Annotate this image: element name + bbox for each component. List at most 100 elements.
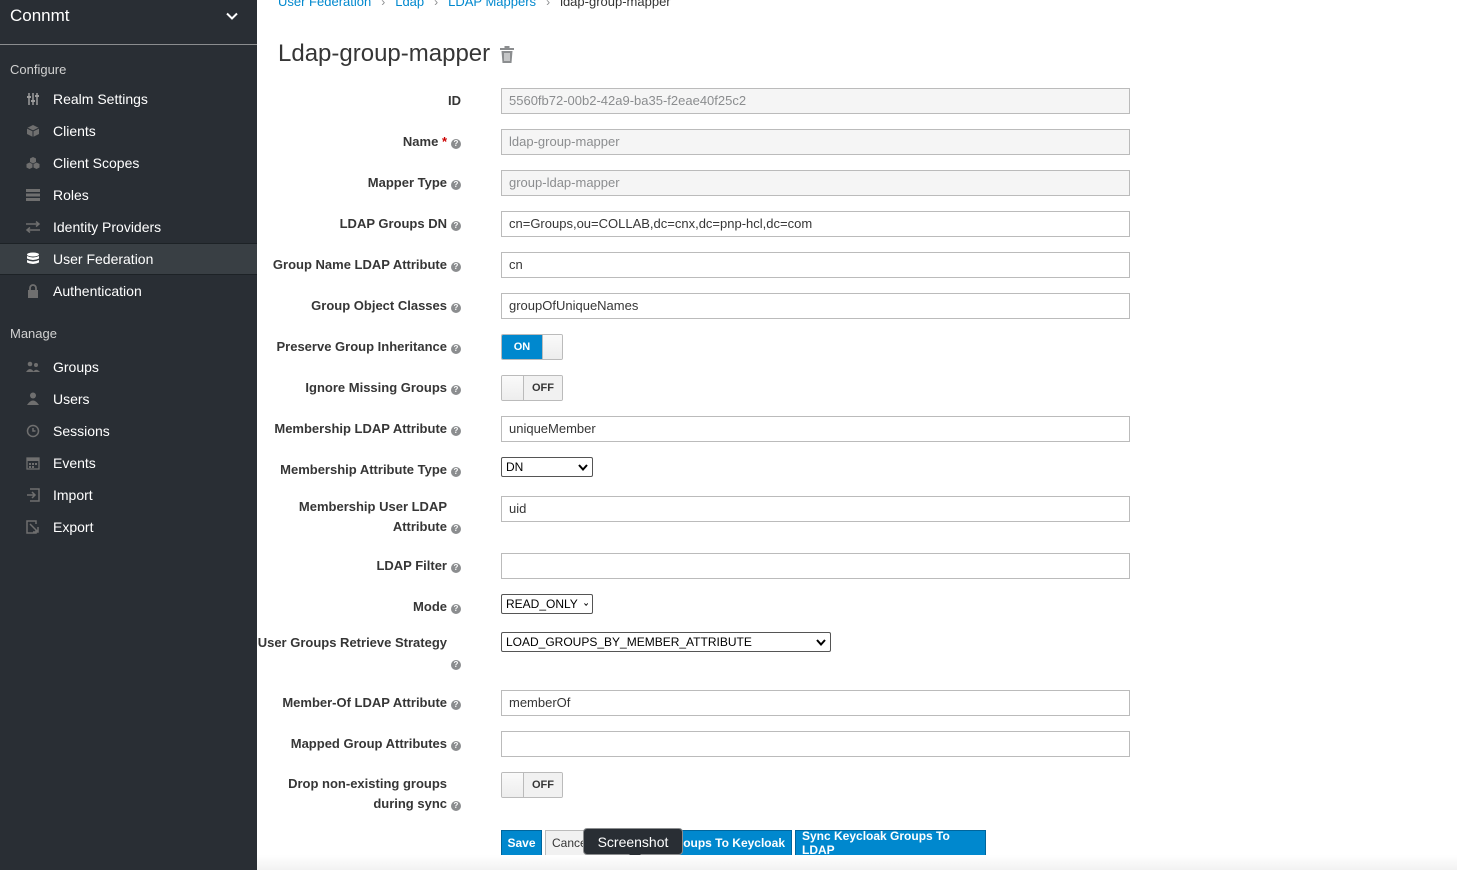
breadcrumb-ldap[interactable]: Ldap [395, 0, 424, 9]
chevron-right-icon: › [546, 0, 551, 9]
sliders-icon [25, 91, 41, 107]
preserve-inheritance-toggle[interactable]: ON [501, 334, 563, 360]
retrieve-strategy-label: User Groups Retrieve Strategy? [221, 633, 461, 673]
help-icon[interactable]: ? [451, 700, 461, 710]
mapped-group-attrs-label: Mapped Group Attributes? [261, 734, 461, 754]
sidebar-item-identity-providers[interactable]: Identity Providers [0, 211, 257, 243]
id-label: ID [448, 93, 461, 108]
sync-ldap-groups-to-keycloak-button[interactable]: oups To Keycloak [674, 830, 792, 856]
sidebar-item-roles[interactable]: Roles [0, 179, 257, 211]
help-icon[interactable]: ? [451, 426, 461, 436]
help-icon[interactable]: ? [451, 524, 461, 534]
select-value: DN [506, 460, 524, 474]
groups-dn-input[interactable]: cn=Groups,ou=COLLAB,dc=cnx,dc=pnp-hcl,dc… [501, 211, 1130, 237]
sidebar-item-client-scopes[interactable]: Client Scopes [0, 147, 257, 179]
breadcrumb-current: ldap-group-mapper [560, 0, 671, 9]
sidebar-item-authentication[interactable]: Authentication [0, 275, 257, 307]
ldap-filter-input[interactable] [501, 553, 1130, 579]
mapper-type-label: Mapper Type? [261, 173, 461, 193]
membership-attr-type-select[interactable]: DN [501, 457, 593, 477]
membership-user-attr-input[interactable]: uid [501, 496, 1130, 522]
help-icon[interactable]: ? [451, 741, 461, 751]
section-manage: Manage [10, 326, 57, 341]
help-icon[interactable]: ? [451, 467, 461, 477]
help-icon[interactable]: ? [451, 344, 461, 354]
help-icon[interactable]: ? [451, 139, 461, 149]
export-icon [25, 519, 41, 535]
help-icon[interactable]: ? [451, 262, 461, 272]
toggle-off-label: OFF [524, 773, 562, 797]
chevron-right-icon: › [381, 0, 386, 9]
sidebar-item-label: Export [53, 519, 94, 535]
ignore-missing-toggle[interactable]: OFF [501, 375, 563, 401]
help-icon[interactable]: ? [451, 604, 461, 614]
help-icon[interactable]: ? [451, 801, 461, 811]
sidebar-item-label: Identity Providers [53, 219, 162, 235]
breadcrumb-ldap-mappers[interactable]: LDAP Mappers [448, 0, 536, 9]
chevron-right-icon: › [434, 0, 439, 9]
mapped-group-attrs-input[interactable] [501, 731, 1130, 757]
sidebar-item-realm-settings[interactable]: Realm Settings [0, 83, 257, 115]
sync-keycloak-groups-to-ldap-button[interactable]: Sync Keycloak Groups To LDAP [795, 829, 986, 857]
sidebar-item-clients[interactable]: Clients [0, 115, 257, 147]
drop-non-existing-toggle[interactable]: OFF [501, 772, 563, 798]
toggle-knob [502, 376, 524, 400]
help-icon[interactable]: ? [451, 303, 461, 313]
toggle-off-label: OFF [524, 376, 562, 400]
toggle-knob [542, 335, 562, 359]
toggle-on-label: ON [502, 335, 542, 359]
chevron-down-icon [583, 602, 588, 606]
sidebar-item-label: Authentication [53, 283, 142, 299]
help-icon[interactable]: ? [451, 221, 461, 231]
group-object-classes-label: Group Object Classes? [261, 296, 461, 316]
sidebar-item-import[interactable]: Import [0, 479, 257, 511]
preserve-inheritance-label: Preserve Group Inheritance? [261, 337, 461, 357]
sidebar-item-label: Import [53, 487, 93, 503]
section-configure: Configure [10, 62, 67, 77]
realm-selector[interactable]: Connmt [0, 0, 257, 45]
name-field: ldap-group-mapper [501, 129, 1130, 155]
page-title-text: Ldap-group-mapper [278, 40, 491, 67]
save-button[interactable]: Save [501, 830, 542, 856]
help-icon[interactable]: ? [451, 180, 461, 190]
select-value: LOAD_GROUPS_BY_MEMBER_ATTRIBUTE [506, 635, 752, 649]
sidebar-item-label: User Federation [53, 251, 154, 267]
sidebar-item-export[interactable]: Export [0, 511, 257, 543]
drop-non-existing-label: Drop non-existing groups during sync? [261, 774, 461, 814]
chevron-down-icon [226, 12, 238, 20]
page-title: Ldap-group-mapper [278, 40, 515, 68]
mode-select[interactable]: READ_ONLY [501, 594, 593, 614]
sidebar-item-user-federation[interactable]: User Federation [0, 243, 257, 275]
breadcrumb-user-federation[interactable]: User Federation [278, 0, 371, 9]
retrieve-strategy-select[interactable]: LOAD_GROUPS_BY_MEMBER_ATTRIBUTE [501, 632, 831, 652]
help-icon[interactable]: ? [451, 385, 461, 395]
sidebar: Connmt Configure Realm Settings Clients … [0, 0, 257, 870]
membership-attr-input[interactable]: uniqueMember [501, 416, 1130, 442]
lock-icon [25, 283, 41, 299]
sidebar-item-groups[interactable]: Groups [0, 351, 257, 383]
sidebar-item-users[interactable]: Users [0, 383, 257, 415]
group-object-classes-input[interactable]: groupOfUniqueNames [501, 293, 1130, 319]
group-name-attr-label: Group Name LDAP Attribute? [221, 255, 461, 275]
help-icon[interactable]: ? [451, 563, 461, 573]
required-marker: * [441, 134, 447, 149]
sidebar-item-sessions[interactable]: Sessions [0, 415, 257, 447]
membership-attr-type-label: Membership Attribute Type? [221, 460, 461, 480]
ldap-filter-label: LDAP Filter? [261, 556, 461, 576]
sidebar-item-label: Groups [53, 359, 99, 375]
group-name-attr-input[interactable]: cn [501, 252, 1130, 278]
clock-icon [25, 423, 41, 439]
calendar-icon [25, 455, 41, 471]
sidebar-item-label: Sessions [53, 423, 110, 439]
help-icon[interactable]: ? [451, 660, 461, 670]
trash-icon[interactable] [500, 45, 515, 63]
chevron-down-icon [578, 463, 588, 471]
mapper-type-field: group-ldap-mapper [501, 170, 1130, 196]
sidebar-item-events[interactable]: Events [0, 447, 257, 479]
sidebar-item-label: Client Scopes [53, 155, 140, 171]
member-of-attr-input[interactable]: memberOf [501, 690, 1130, 716]
users-icon [25, 359, 41, 375]
sidebar-item-label: Roles [53, 187, 89, 203]
bottom-fade [257, 855, 1457, 870]
database-icon [25, 251, 41, 267]
